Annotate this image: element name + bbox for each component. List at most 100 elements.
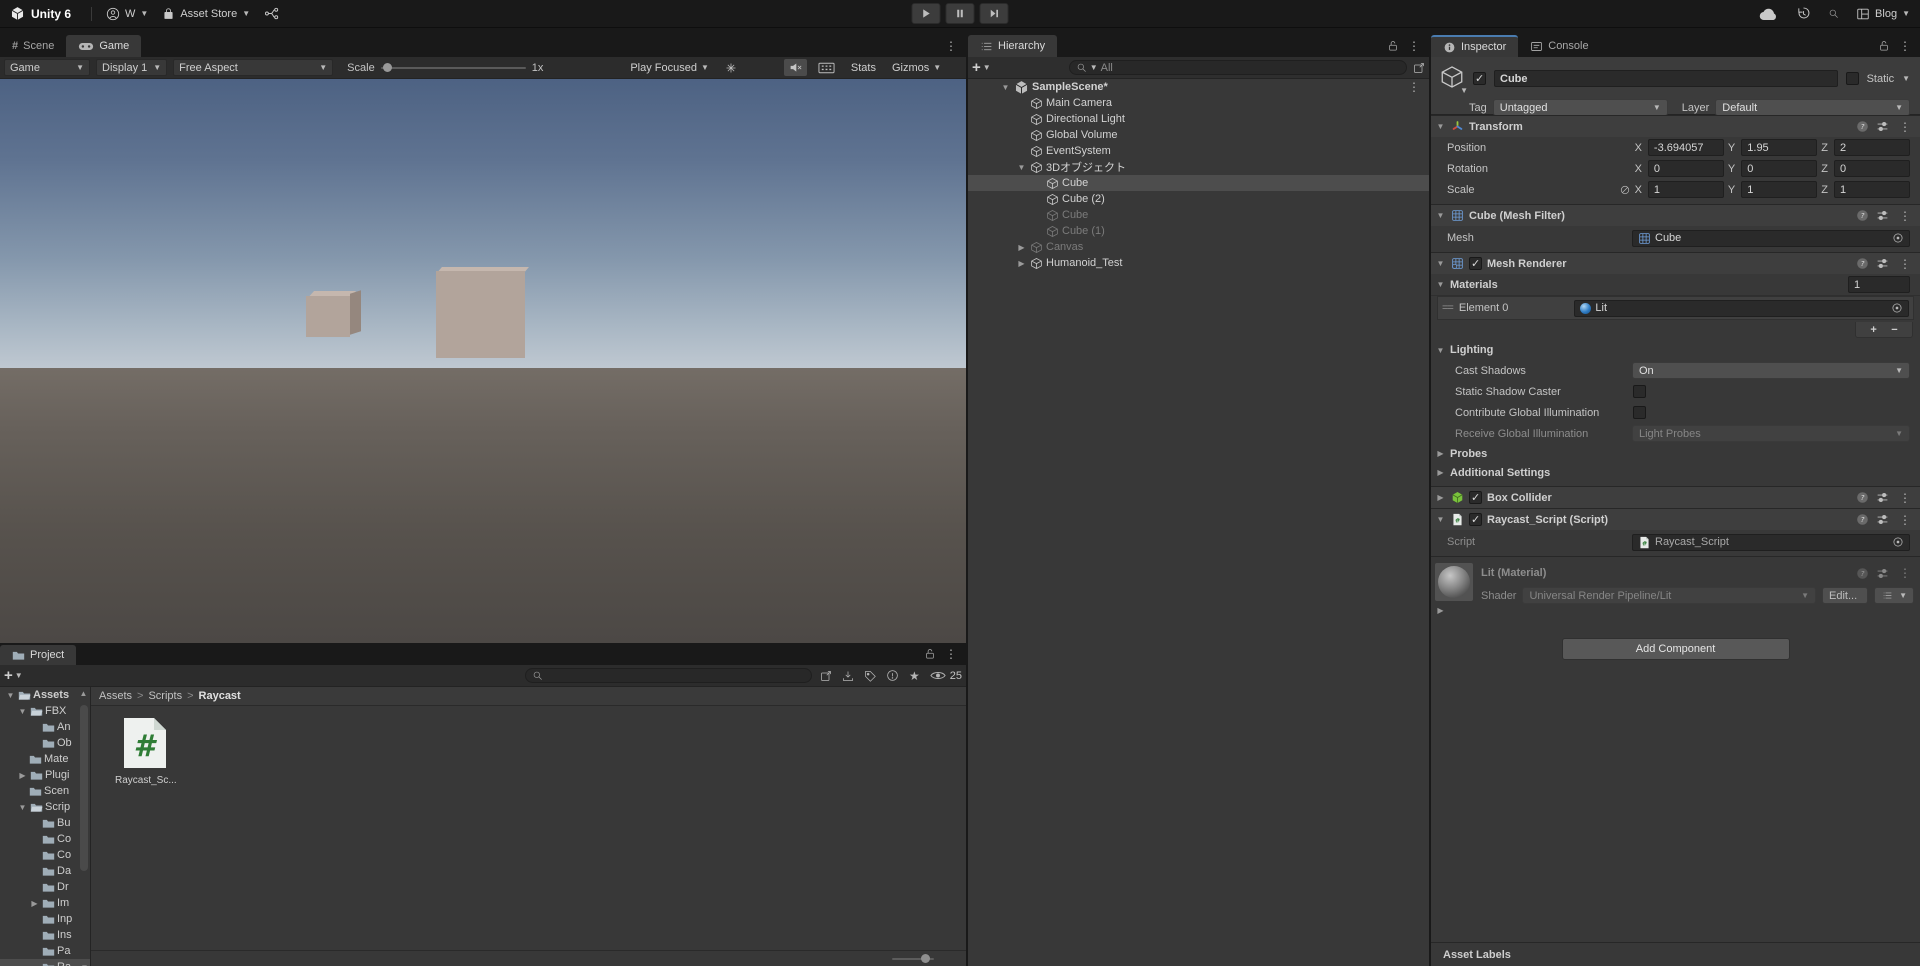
tree-row[interactable]: ▶Im (0, 895, 90, 911)
tree-row[interactable]: Co (0, 847, 90, 863)
rotation-z-field[interactable]: 0 (1834, 160, 1910, 177)
object-picker-icon[interactable] (1891, 302, 1903, 314)
add-material-button[interactable]: + (1870, 324, 1876, 336)
step-button[interactable] (980, 3, 1009, 24)
layout-dropdown[interactable]: Blog ▼ (1856, 7, 1910, 21)
scene-options-icon[interactable]: ⋮ (1405, 80, 1423, 94)
scroll-up-icon[interactable]: ▲ (78, 689, 89, 698)
position-z-field[interactable]: 2 (1834, 139, 1910, 156)
foldout-icon[interactable]: ▶ (1435, 493, 1446, 502)
asset-store-menu[interactable]: Asset Store ▼ (162, 7, 250, 21)
additional-settings-foldout[interactable]: ▶Additional Settings (1431, 463, 1920, 482)
scale-slider-thumb[interactable] (383, 63, 392, 72)
gizmos-dropdown[interactable]: Gizmos ▼ (887, 59, 946, 76)
static-checkbox[interactable] (1846, 72, 1859, 85)
layer-dropdown[interactable]: Default▼ (1715, 99, 1910, 116)
tree-row[interactable]: Inp (0, 911, 90, 927)
help-icon[interactable]: ? (1856, 513, 1869, 526)
tree-row[interactable]: Mate (0, 751, 90, 767)
search-icon[interactable] (1828, 8, 1839, 19)
material-element-row[interactable]: == Element 0 Lit (1437, 296, 1914, 320)
presets-icon[interactable] (1876, 209, 1889, 222)
materials-foldout[interactable]: ▼Materials 1 (1431, 274, 1920, 296)
tree-row[interactable]: Bu (0, 815, 90, 831)
mesh-object-field[interactable]: Cube (1632, 230, 1910, 247)
open-search-window-icon[interactable] (820, 670, 832, 682)
cast-shadows-dropdown[interactable]: On▼ (1632, 362, 1910, 379)
foldout-icon[interactable]: ▼ (1435, 259, 1446, 268)
tree-row[interactable]: Dr (0, 879, 90, 895)
tree-row[interactable]: Ins (0, 927, 90, 943)
material-foldout-icon[interactable]: ▶ (1435, 606, 1446, 615)
scale-x-field[interactable]: 1 (1648, 181, 1724, 198)
tree-row[interactable]: ▼Assets (0, 687, 90, 703)
shader-dropdown[interactable]: Universal Render Pipeline/Lit▼ (1522, 587, 1816, 604)
pause-button[interactable] (946, 3, 975, 24)
raycast-script-header[interactable]: ▼ # Raycast_Script (Script) ? ⋮ (1431, 508, 1920, 530)
object-picker-icon[interactable] (1892, 536, 1904, 548)
hierarchy-row[interactable]: ▼3Dオブジェクト (968, 159, 1429, 175)
materials-count-field[interactable]: 1 (1848, 276, 1910, 293)
breadcrumb-raycast[interactable]: Raycast (199, 690, 241, 702)
drag-handle-icon[interactable]: == (1442, 302, 1453, 314)
help-icon[interactable]: ? (1856, 257, 1869, 270)
presets-icon[interactable] (1876, 513, 1889, 526)
object-picker-icon[interactable] (1892, 232, 1904, 244)
material-object-field[interactable]: Lit (1574, 300, 1909, 317)
game-view-dropdown[interactable]: Game ▼ (4, 59, 90, 76)
tag-dropdown[interactable]: Untagged▼ (1493, 99, 1668, 116)
tab-project[interactable]: Project (0, 645, 76, 665)
info-icon[interactable] (886, 669, 899, 682)
chevron-down-icon[interactable]: ▼ (1902, 75, 1910, 83)
component-menu-icon[interactable]: ⋮ (1896, 513, 1914, 527)
scale-z-field[interactable]: 1 (1834, 181, 1910, 198)
import-icon[interactable] (842, 670, 854, 682)
scale-y-field[interactable]: 1 (1741, 181, 1817, 198)
label-filter-icon[interactable] (864, 670, 876, 682)
tree-row[interactable]: An (0, 719, 90, 735)
breadcrumb-assets[interactable]: Assets (99, 690, 132, 702)
thumbnail-zoom-slider[interactable] (892, 958, 934, 960)
tab-scene[interactable]: # Scene (0, 35, 66, 57)
lock-icon[interactable] (924, 648, 936, 660)
create-object-button[interactable]: + ▼ (972, 59, 991, 76)
panel-menu-icon[interactable]: ⋮ (1896, 39, 1914, 53)
help-icon[interactable]: ? (1856, 567, 1869, 580)
play-button[interactable] (912, 3, 941, 24)
help-icon[interactable]: ? (1856, 120, 1869, 133)
add-component-button[interactable]: Add Component (1562, 638, 1790, 660)
account-menu[interactable]: W ▼ (106, 7, 148, 21)
tree-row[interactable]: ▼Scrip (0, 799, 90, 815)
lock-icon[interactable] (1878, 40, 1890, 52)
help-icon[interactable]: ? (1856, 209, 1869, 222)
scroll-down-icon[interactable]: ▼ (79, 963, 90, 966)
hierarchy-search-input[interactable]: ▼ All (1069, 60, 1407, 75)
constrain-proportions-icon[interactable] (1619, 184, 1631, 196)
rotation-x-field[interactable]: 0 (1648, 160, 1724, 177)
cloud-icon[interactable] (1759, 7, 1779, 21)
keyboard-grid-icon[interactable] (813, 59, 840, 76)
project-search-input[interactable] (525, 668, 812, 683)
tree-scrollbar[interactable] (80, 705, 88, 871)
asset-labels-section[interactable]: Asset Labels (1431, 942, 1920, 966)
mesh-renderer-header[interactable]: ▼ Mesh Renderer ? ⋮ (1431, 252, 1920, 274)
tree-row[interactable]: ▶Plugi (0, 767, 90, 783)
breadcrumb-scripts[interactable]: Scripts (148, 690, 182, 702)
component-menu-icon[interactable]: ⋮ (1896, 120, 1914, 134)
enabled-checkbox[interactable] (1469, 491, 1482, 504)
hierarchy-row[interactable]: Directional Light (968, 111, 1429, 127)
lock-icon[interactable] (1387, 40, 1399, 52)
enabled-checkbox[interactable] (1469, 257, 1482, 270)
help-icon[interactable]: ? (1856, 491, 1869, 504)
presets-icon[interactable] (1876, 567, 1889, 580)
gameobject-icon-button[interactable]: ▼ (1439, 64, 1465, 93)
foldout-icon[interactable]: ▼ (1435, 122, 1446, 131)
static-shadow-checkbox[interactable] (1633, 385, 1646, 398)
hierarchy-row[interactable]: Global Volume (968, 127, 1429, 143)
hierarchy-row[interactable]: EventSystem (968, 143, 1429, 159)
scale-slider[interactable] (381, 67, 526, 69)
lighting-foldout[interactable]: ▼Lighting (1431, 340, 1920, 360)
tree-row[interactable]: Ob (0, 735, 90, 751)
transform-header[interactable]: ▼ Transform ? ⋮ (1431, 115, 1920, 137)
create-asset-button[interactable]: + ▼ (4, 667, 23, 684)
